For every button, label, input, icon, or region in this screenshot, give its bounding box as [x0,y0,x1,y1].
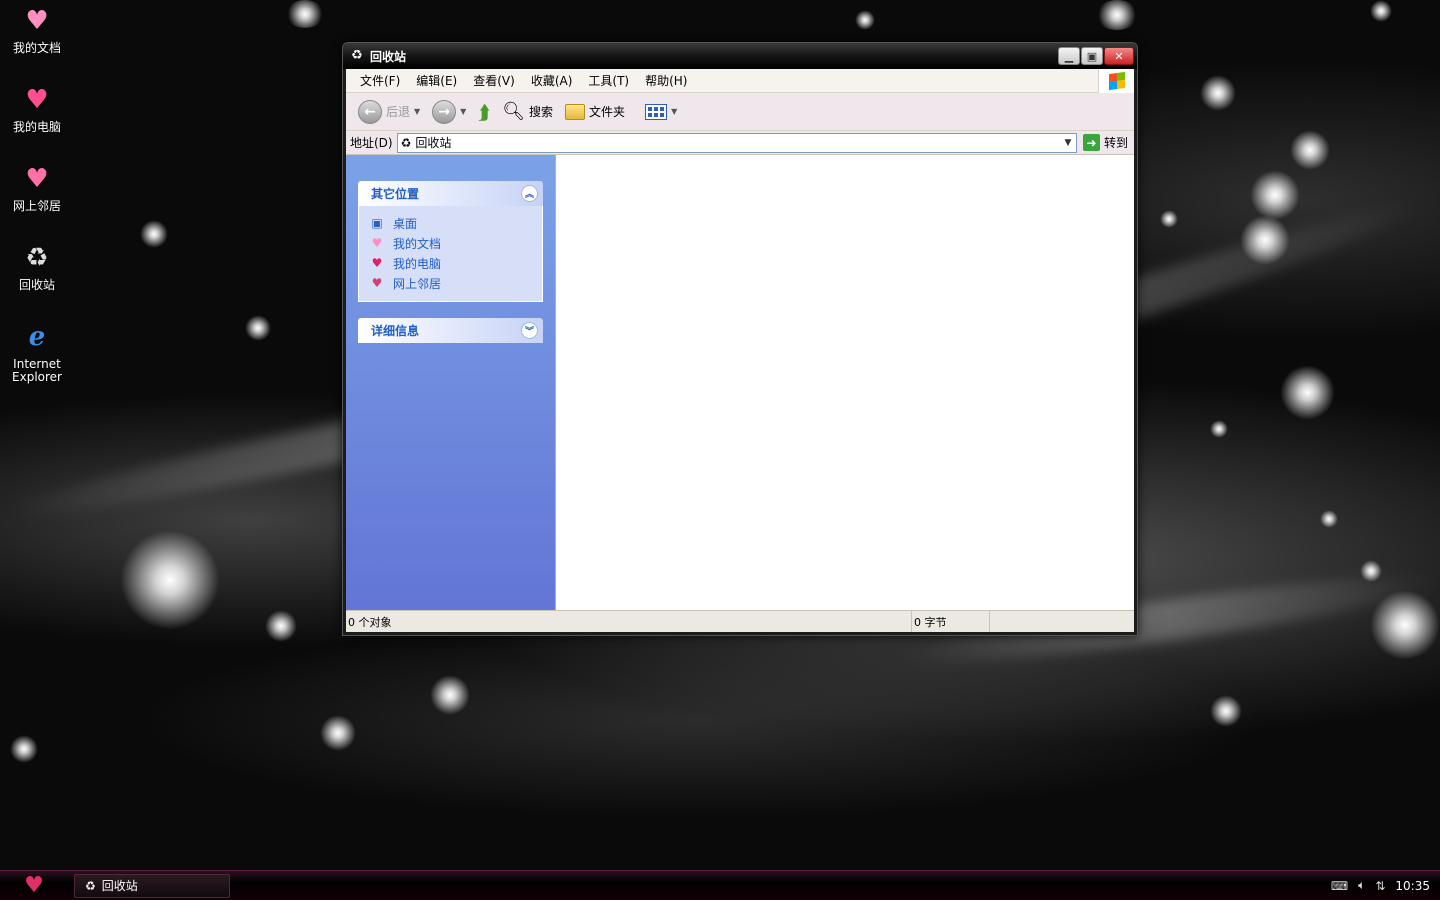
address-bar: 地址(D) ♻ 回收站 ▼ ➜ 转到 [346,131,1134,155]
address-input[interactable]: ♻ 回收站 ▼ [396,132,1077,153]
window-title: 回收站 [370,49,407,64]
status-size: 0 字节 [912,611,990,632]
network-icon[interactable]: ⇅ [1375,879,1385,893]
panel-title: 其它位置 [371,187,420,201]
minimize-button[interactable]: ▁ [1058,47,1080,65]
up-arrow-icon: ⮭ [478,99,491,124]
views-icon [645,103,668,120]
back-arrow-icon: ← [358,99,382,124]
link-label: 我的电脑 [393,256,442,271]
volume-icon[interactable]: 🔈︎ [1358,878,1365,893]
recycle-bin-icon: ♻ [400,135,412,150]
desktop-icon-my-documents[interactable]: ♥ 我的文档 [6,4,68,55]
desktop-icon-internet-explorer[interactable]: e Internet Explorer [6,320,68,384]
desktop-icon-label: 网上邻居 [12,199,61,213]
heart-icon: ♥ [25,84,49,115]
status-object-count: 0 个对象 [346,611,912,632]
forward-arrow-icon: → [432,99,457,124]
address-label: 地址(D) [350,136,393,150]
windows-logo-icon [1098,69,1134,93]
desktop-icon-label: 我的电脑 [12,120,61,134]
link-my-computer[interactable]: ♥ 我的电脑 [369,253,532,273]
menu-view[interactable]: 查看(V) [465,72,523,89]
desktop-icon-label: 回收站 [18,278,55,292]
up-button[interactable]: ⮭ [474,98,494,126]
collapse-chevron-icon[interactable]: ︽ [521,185,538,202]
search-button[interactable]: 🔍︎ 搜索 [498,99,557,124]
menu-favorites[interactable]: 收藏(A) [523,72,581,89]
link-desktop[interactable]: ▣ 桌面 [369,213,532,233]
views-button[interactable]: ▼ [641,102,681,122]
search-icon: 🔍︎ [502,101,526,122]
forward-button[interactable]: → ▼ [428,98,470,126]
desktop-icon-network-places[interactable]: ♥ 网上邻居 [6,162,68,213]
folder-icon [565,103,586,120]
details-header[interactable]: 详细信息 ︾ [358,318,543,343]
start-button[interactable]: ♥ [0,871,64,900]
close-button[interactable]: ✕ [1104,47,1134,65]
desktop-icon-label: 我的文档 [12,41,61,55]
taskbar-item-recycle-bin[interactable]: ♻ 回收站 [74,873,230,898]
dropdown-arrow-icon[interactable]: ▼ [460,107,466,116]
recycle-bin-window: ♻ 回收站 ▁ ▣ ✕ 文件(F) 编辑(E) 查看(V) 收藏(A) 工具(T… [342,42,1138,636]
other-places-header[interactable]: 其它位置 ︽ [358,181,543,206]
heart-icon: ♥ [25,163,49,194]
taskbar: ♥ ♻ 回收站 ⌨ 🔈︎ ⇅ 10:35 [0,870,1440,900]
keyboard-icon[interactable]: ⌨ [1331,879,1348,893]
address-value: 回收站 [415,136,452,150]
link-label: 我的文档 [393,236,442,251]
status-bar: 0 个对象 0 字节 [346,610,1134,632]
link-network-places[interactable]: ♥ 网上邻居 [369,273,532,293]
desktop-icon-recycle-bin[interactable]: ♻ 回收站 [6,241,68,292]
link-label: 桌面 [393,216,418,231]
menu-help[interactable]: 帮助(H) [637,72,695,89]
taskbar-item-label: 回收站 [101,879,138,893]
clock[interactable]: 10:35 [1395,879,1430,893]
window-body: 其它位置 ︽ ▣ 桌面 ♥ 我的文档 ♥ 我的电脑 ♥ 网上邻居 详细信息 ︾ [346,155,1134,610]
heart-icon: ♥ [371,256,383,270]
menu-bar: 文件(F) 编辑(E) 查看(V) 收藏(A) 工具(T) 帮助(H) [346,69,1134,93]
title-bar[interactable]: ♻ 回收站 ▁ ▣ ✕ [343,43,1137,69]
details-panel: 详细信息 ︾ [358,318,543,343]
address-dropdown-icon[interactable]: ▼ [1060,138,1076,148]
heart-icon: ♥ [371,276,383,290]
heart-icon: ♥ [371,236,383,250]
back-label: 后退 [386,105,411,119]
system-tray: ⌨ 🔈︎ ⇅ 10:35 [1331,878,1440,893]
recycle-bin-icon: ♻ [85,878,96,893]
expand-chevron-icon[interactable]: ︾ [521,322,538,339]
ie-icon: e [28,321,46,352]
file-list-area[interactable] [556,155,1134,610]
back-button[interactable]: ← 后退 ▼ [354,98,424,126]
folders-label: 文件夹 [589,105,626,119]
recycle-bin-icon: ♻ [25,242,49,273]
heart-icon: ♥ [25,5,49,36]
search-label: 搜索 [529,105,554,119]
toolbar: ← 后退 ▼ → ▼ ⮭ 🔍︎ 搜索 文件夹 ▼ [346,93,1134,131]
status-zone [990,611,1134,632]
desktop-icon-label: Internet Explorer [12,357,62,384]
go-label: 转到 [1103,136,1128,150]
menu-tools[interactable]: 工具(T) [580,72,637,89]
task-pane: 其它位置 ︽ ▣ 桌面 ♥ 我的文档 ♥ 我的电脑 ♥ 网上邻居 详细信息 ︾ [346,155,556,610]
dropdown-arrow-icon[interactable]: ▼ [671,107,677,116]
recycle-bin-icon: ♻ [351,48,363,63]
maximize-button[interactable]: ▣ [1081,47,1103,65]
link-label: 网上邻居 [393,276,442,291]
panel-title: 详细信息 [371,324,420,338]
other-places-panel: 其它位置 ︽ ▣ 桌面 ♥ 我的文档 ♥ 我的电脑 ♥ 网上邻居 [358,181,543,302]
desktop-icon: ▣ [371,216,383,230]
dropdown-arrow-icon[interactable]: ▼ [414,107,420,116]
heart-start-icon: ♥ [24,873,44,898]
link-my-documents[interactable]: ♥ 我的文档 [369,233,532,253]
menu-file[interactable]: 文件(F) [352,72,408,89]
folders-button[interactable]: 文件夹 [561,101,629,122]
go-arrow-icon: ➜ [1082,134,1100,151]
menu-edit[interactable]: 编辑(E) [408,72,465,89]
desktop-icon-my-computer[interactable]: ♥ 我的电脑 [6,83,68,134]
go-button[interactable]: ➜ 转到 [1077,134,1134,151]
